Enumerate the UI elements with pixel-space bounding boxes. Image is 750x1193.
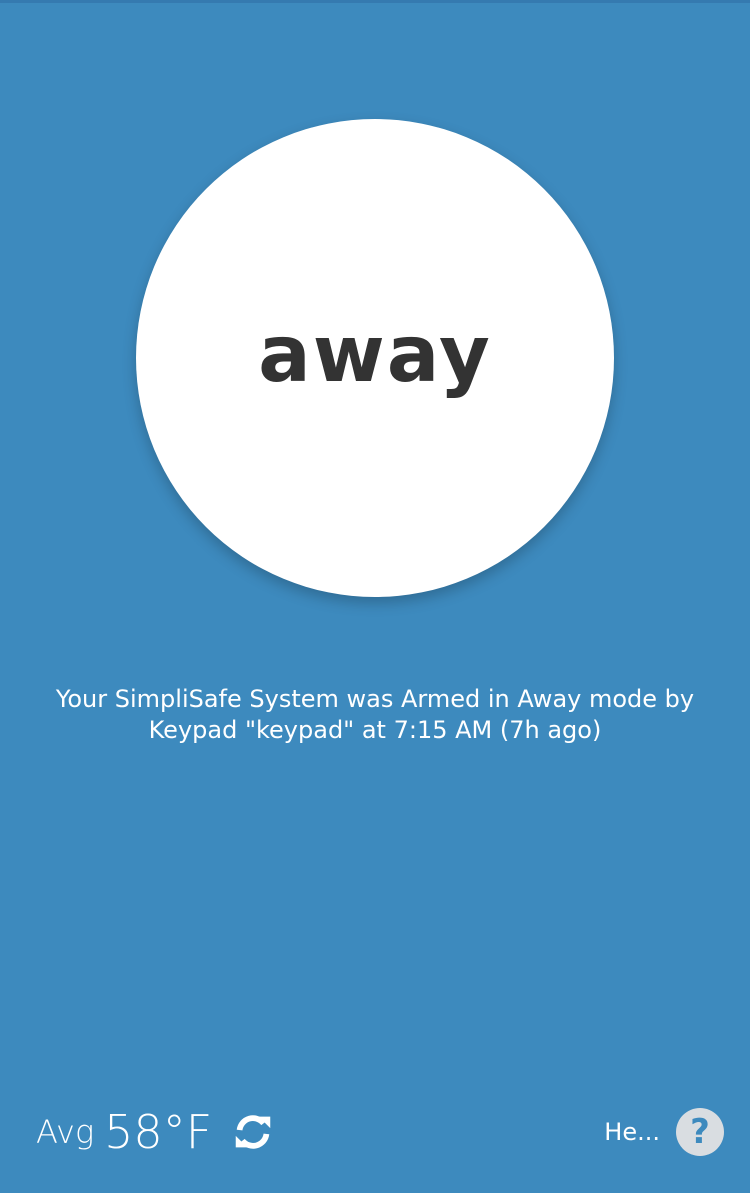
status-message: Your SimpliSafe System was Armed in Away… bbox=[55, 685, 695, 744]
refresh-icon[interactable] bbox=[230, 1109, 276, 1155]
mode-label: away bbox=[258, 310, 492, 400]
question-circle-icon: ? bbox=[676, 1108, 724, 1156]
help-button[interactable]: He... ? bbox=[604, 1106, 724, 1158]
temperature-prefix: Avg bbox=[36, 1113, 95, 1151]
top-edge bbox=[0, 0, 750, 3]
mode-button[interactable]: away bbox=[136, 119, 614, 597]
temperature-readout: Avg 58°F bbox=[36, 1100, 276, 1164]
temperature-value: 58°F bbox=[104, 1105, 213, 1159]
help-label: He... bbox=[604, 1118, 660, 1146]
